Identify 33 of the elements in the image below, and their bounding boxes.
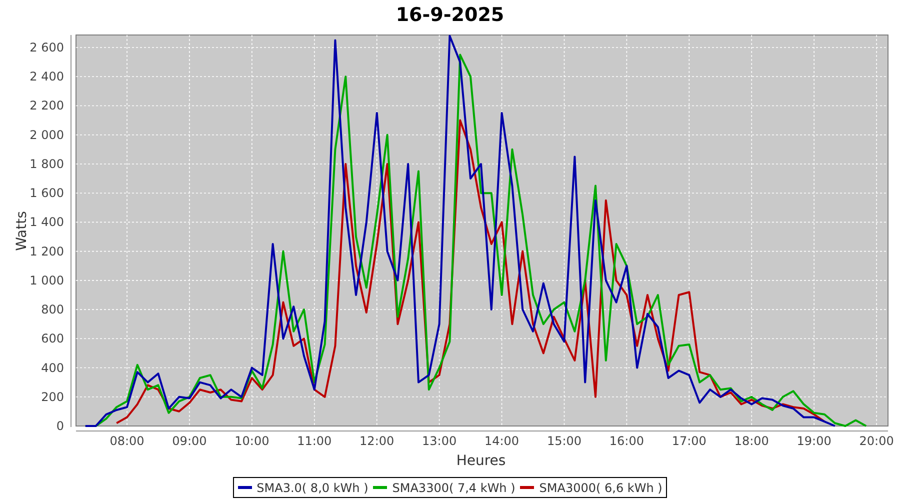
tick-label: 18:00 xyxy=(734,434,769,448)
tick-label: 2 600 xyxy=(30,40,64,55)
tick-label: 11:00 xyxy=(297,434,332,448)
tick-label: 2 200 xyxy=(30,98,64,113)
tick-label: 15:00 xyxy=(546,434,582,448)
tick-label: 17:00 xyxy=(672,434,706,448)
tick-label: 14:00 xyxy=(484,434,520,448)
tick-label: 2 400 xyxy=(30,70,64,84)
axis-label: Watts xyxy=(14,211,30,251)
axis-label: Heures xyxy=(456,453,506,469)
tick-label: 600 xyxy=(41,332,64,346)
tick-label: 0 xyxy=(56,419,64,433)
legend-label: SMA3000( 6,6 kWh ) xyxy=(539,480,662,496)
tick-label: 1 400 xyxy=(30,215,64,230)
tick-label: 13:00 xyxy=(422,434,457,448)
chart-title: 16-9-2025 xyxy=(396,4,504,26)
tick-label: 800 xyxy=(41,302,64,317)
tick-label: 12:00 xyxy=(360,434,394,448)
legend-label: SMA3300( 7,4 kWh ) xyxy=(392,480,516,496)
tick-label: 08:00 xyxy=(110,434,144,448)
tick-label: 1 800 xyxy=(30,156,64,171)
tick-label: 400 xyxy=(41,360,64,375)
tick-label: 19:00 xyxy=(796,434,832,448)
tick-label: 200 xyxy=(41,390,64,404)
tick-label: 20:00 xyxy=(859,434,894,448)
tick-label: 1 200 xyxy=(30,244,64,258)
tick-label: 2 000 xyxy=(30,128,64,142)
tick-label: 16:00 xyxy=(609,434,644,448)
tick-label: 1 600 xyxy=(30,186,64,200)
tick-label: 1 000 xyxy=(30,273,64,288)
legend-label: SMA3.0( 8,0 kWh ) xyxy=(256,480,368,496)
tick-label: 10:00 xyxy=(234,434,270,448)
tick-label: 09:00 xyxy=(172,434,207,448)
